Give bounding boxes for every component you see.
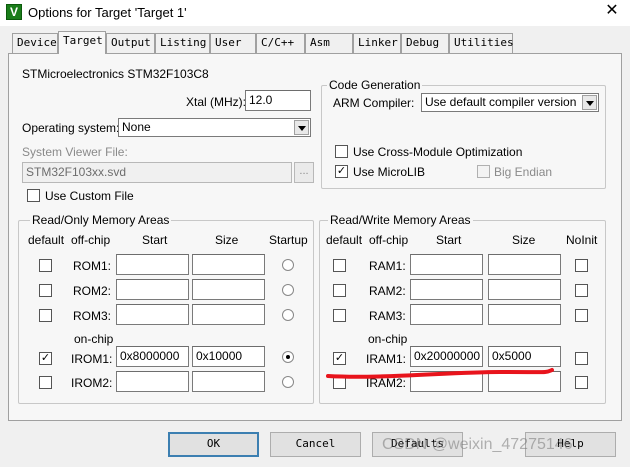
compiler-value: Use default compiler version (425, 95, 577, 109)
rom1-startup-radio[interactable] (282, 259, 294, 271)
ram3-start-input[interactable] (410, 304, 483, 325)
ram-header-default: default (326, 233, 363, 247)
big-endian-checkbox[interactable] (477, 165, 490, 178)
ram-areas-title: Read/Write Memory Areas (328, 213, 473, 227)
ram2-start-input[interactable] (410, 279, 483, 300)
svd-browse-button[interactable]: ... (294, 162, 314, 183)
xtal-label: Xtal (MHz): (186, 95, 246, 109)
rom3-default-checkbox[interactable] (39, 309, 52, 322)
tab-listing[interactable]: Listing (155, 33, 210, 53)
chevron-down-icon[interactable] (294, 120, 309, 135)
tab-utilities[interactable]: Utilities (449, 33, 514, 53)
svd-input[interactable]: STM32F103xx.svd (22, 162, 292, 183)
ram1-start-input[interactable] (410, 254, 483, 275)
rom2-size-input[interactable] (192, 279, 265, 300)
ram3-noinit-checkbox[interactable] (575, 309, 588, 322)
ram1-size-input[interactable] (488, 254, 561, 275)
compiler-label: ARM Compiler: (333, 96, 415, 110)
irom1-start-input[interactable]: 0x8000000 (116, 346, 189, 367)
microlib-label: Use MicroLIB (353, 165, 426, 179)
iram2-noinit-checkbox[interactable] (575, 376, 588, 389)
rom2-startup-radio[interactable] (282, 284, 294, 296)
irom1-default-checkbox[interactable]: ✓ (39, 352, 52, 365)
tab-debug[interactable]: Debug (401, 33, 449, 53)
ram3-default-checkbox[interactable] (333, 309, 346, 322)
tab-device[interactable]: Device (12, 33, 58, 53)
rom3-startup-radio[interactable] (282, 309, 294, 321)
xtal-input[interactable]: 12.0 (245, 90, 311, 111)
code-generation-title: Code Generation (327, 78, 423, 92)
cross-module-label: Use Cross-Module Optimization (353, 145, 523, 159)
ram-header-start: Start (436, 233, 462, 247)
ram-onchip-label: on-chip (368, 332, 408, 346)
ram1-default-checkbox[interactable] (333, 259, 346, 272)
window-title: Options for Target 'Target 1' (28, 5, 187, 20)
device-name: STMicroelectronics STM32F103C8 (22, 67, 209, 81)
red-underline-annotation (326, 368, 554, 379)
irom1-startup-radio[interactable] (282, 351, 294, 363)
rom1-default-checkbox[interactable] (39, 259, 52, 272)
rom2-label: ROM2: (73, 284, 112, 298)
big-endian-label: Big Endian (494, 165, 553, 179)
ram-header-noinit: NoInit (566, 233, 598, 247)
chevron-down-icon[interactable] (582, 95, 597, 110)
rom-header-size: Size (215, 233, 239, 247)
rom1-start-input[interactable] (116, 254, 189, 275)
irom2-start-input[interactable] (116, 371, 189, 392)
irom2-startup-radio[interactable] (282, 376, 294, 388)
irom2-default-checkbox[interactable] (39, 376, 52, 389)
tab-user[interactable]: User (210, 33, 256, 53)
ram-header-offchip: off-chip (369, 233, 409, 247)
iram1-noinit-checkbox[interactable] (575, 352, 588, 365)
tab-output[interactable]: Output (106, 33, 155, 53)
rom2-start-input[interactable] (116, 279, 189, 300)
rom-header-start: Start (142, 233, 168, 247)
ram2-label: RAM2: (369, 284, 406, 298)
ram2-default-checkbox[interactable] (333, 284, 346, 297)
rom-header-startup: Startup (269, 233, 308, 247)
cancel-button[interactable]: Cancel (270, 432, 361, 457)
ram3-label: RAM3: (369, 309, 406, 323)
tab-asm[interactable]: Asm (305, 33, 353, 53)
cross-module-checkbox[interactable] (335, 145, 348, 158)
tab-target[interactable]: Target (58, 31, 106, 54)
rom3-start-input[interactable] (116, 304, 189, 325)
csdn-watermark: CSDN @weixin_47275146 (382, 436, 573, 453)
rom-header-default: default (28, 233, 65, 247)
irom1-label: IROM1: (71, 352, 113, 366)
svd-label: System Viewer File: (22, 145, 128, 159)
custom-file-label: Use Custom File (45, 189, 134, 203)
tab-cc[interactable]: C/C++ (256, 33, 305, 53)
rom1-size-input[interactable] (192, 254, 265, 275)
ram1-noinit-checkbox[interactable] (575, 259, 588, 272)
irom2-label: IROM2: (71, 376, 113, 390)
compiler-select[interactable]: Use default compiler version (421, 93, 599, 112)
irom2-size-input[interactable] (192, 371, 265, 392)
rom2-default-checkbox[interactable] (39, 284, 52, 297)
os-select[interactable]: None (118, 118, 311, 137)
ram3-size-input[interactable] (488, 304, 561, 325)
rom1-label: ROM1: (73, 259, 112, 273)
tab-linker[interactable]: Linker (353, 33, 401, 53)
rom3-label: ROM3: (73, 309, 112, 323)
ok-button[interactable]: OK (168, 432, 259, 457)
rom-onchip-label: on-chip (74, 332, 114, 346)
os-label: Operating system: (22, 121, 120, 135)
os-value: None (122, 120, 151, 134)
custom-file-checkbox[interactable] (27, 189, 40, 202)
rom-header-offchip: off-chip (71, 233, 111, 247)
irom1-size-input[interactable]: 0x10000 (192, 346, 265, 367)
close-icon[interactable]: ✕ (602, 2, 622, 22)
rom-areas-title: Read/Only Memory Areas (30, 213, 172, 227)
ram2-size-input[interactable] (488, 279, 561, 300)
keil-uvision-icon: V (6, 4, 22, 20)
ram1-label: RAM1: (369, 259, 406, 273)
rom3-size-input[interactable] (192, 304, 265, 325)
microlib-checkbox[interactable]: ✓ (335, 165, 348, 178)
ram-header-size: Size (512, 233, 536, 247)
ram2-noinit-checkbox[interactable] (575, 284, 588, 297)
